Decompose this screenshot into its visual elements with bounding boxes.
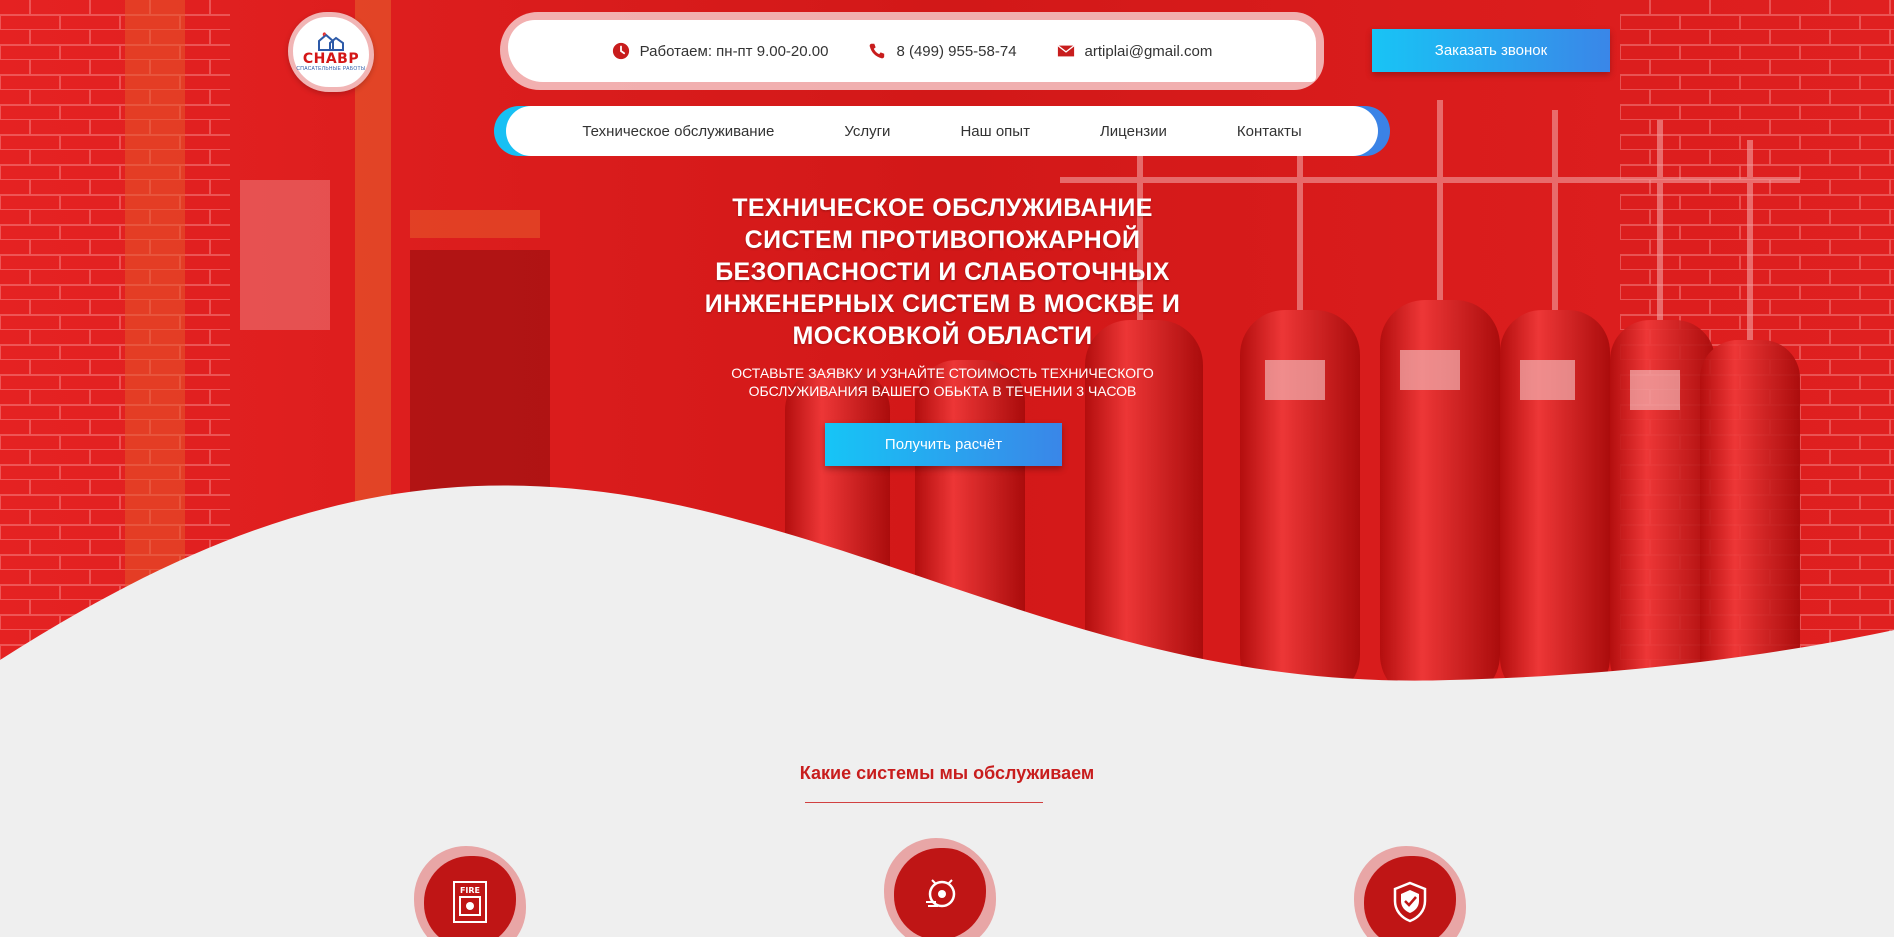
email-address[interactable]: artiplai@gmail.com — [1085, 43, 1213, 60]
hero-subtitle: ОСТАВЬТЕ ЗАЯВКУ И УЗНАЙТЕ СТОИМОСТЬ ТЕХН… — [690, 364, 1195, 400]
phone-contact[interactable]: 8 (499) 955-58-74 — [868, 42, 1017, 60]
clock-icon — [612, 42, 629, 60]
hero-subtitle-line: ОСТАВЬТЕ ЗАЯВКУ И УЗНАЙТЕ СТОИМОСТЬ ТЕХН… — [731, 365, 1154, 381]
system-card-security[interactable] — [1354, 846, 1466, 940]
phone-icon — [870, 43, 885, 59]
working-hours-text: Работаем: пн-пт 9.00-20.00 — [639, 42, 829, 60]
contact-bar: Работаем: пн-пт 9.00-20.00 8 (499) 955-5… — [508, 20, 1316, 82]
hero-title-line: ИНЖЕНЕРНЫХ СИСТЕМ В МОСКВЕ И — [704, 290, 1181, 318]
system-card-fire-alarm[interactable]: FIRE — [414, 846, 526, 940]
nav-item-contacts[interactable]: Контакты — [1237, 123, 1302, 140]
nav-item-experience[interactable]: Наш опыт — [960, 123, 1030, 140]
hero-title-line: СИСТЕМ ПРОТИВОПОЖАРНОЙ — [744, 226, 1141, 254]
hero-title-line: ТЕХНИЧЕСКОЕ ОБСЛУЖИВАНИЕ — [732, 194, 1153, 222]
section-title-underline — [805, 802, 1043, 803]
logo-name: СНАВР — [302, 51, 360, 67]
house-logo-icon — [318, 32, 344, 51]
system-card-alarm[interactable] — [884, 838, 996, 940]
company-logo[interactable]: СНАВР СПАСАТЕЛЬНЫЕ РАБОТЫ — [288, 12, 374, 92]
icon-blob-inner — [1364, 856, 1456, 940]
logo-subtitle: СПАСАТЕЛЬНЫЕ РАБОТЫ — [296, 66, 366, 72]
nav-item-licenses[interactable]: Лицензии — [1100, 123, 1167, 140]
main-navigation: Техническое обслуживание Услуги Наш опыт… — [506, 106, 1378, 156]
fire-alarm-icon: FIRE — [453, 881, 487, 923]
get-estimate-button[interactable]: Получить расчёт — [825, 423, 1062, 466]
hero-subtitle-line: ОБСЛУЖИВАНИЯ ВАШЕГО ОБЬКТА В ТЕЧЕНИИ 3 Ч… — [748, 383, 1137, 399]
hero-title-line: БЕЗОПАСНОСТИ И СЛАБОТОЧНЫХ — [715, 258, 1170, 286]
order-call-button[interactable]: Заказать звонок — [1372, 29, 1610, 72]
hero-title: ТЕХНИЧЕСКОЕ ОБСЛУЖИВАНИЕ СИСТЕМ ПРОТИВОП… — [690, 192, 1195, 352]
working-hours: Работаем: пн-пт 9.00-20.00 — [612, 42, 829, 60]
mail-icon — [1057, 45, 1075, 57]
phone-number[interactable]: 8 (499) 955-58-74 — [896, 43, 1016, 60]
alarm-bell-icon — [926, 879, 956, 908]
icon-blob-inner: FIRE — [424, 856, 516, 940]
nav-item-services[interactable]: Услуги — [844, 123, 890, 140]
systems-section-title: Какие системы мы обслуживаем — [799, 763, 1095, 783]
hero-title-line: МОСКОВКОЙ ОБЛАСТИ — [792, 322, 1093, 350]
nav-item-maintenance[interactable]: Техническое обслуживание — [582, 123, 774, 140]
security-shield-icon — [1393, 881, 1427, 923]
hero-wave-divider — [0, 485, 1894, 700]
email-contact[interactable]: artiplai@gmail.com — [1057, 42, 1213, 60]
fire-label: FIRE — [460, 886, 480, 895]
